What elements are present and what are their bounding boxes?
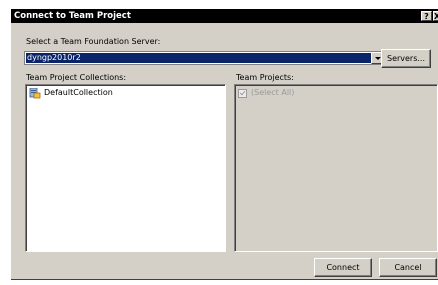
servers-button[interactable]: Servers... <box>381 49 431 68</box>
title-bar[interactable]: Connect to Team Project ? X <box>11 9 438 23</box>
server-selected-value: dyngp2010r2 <box>26 53 371 63</box>
help-button[interactable]: ? <box>421 11 432 21</box>
collection-name: DefaultCollection <box>44 88 113 97</box>
server-combobox[interactable]: dyngp2010r2 <box>24 51 386 65</box>
select-all-checkbox <box>238 89 247 98</box>
connect-button[interactable]: Connect <box>314 258 372 277</box>
collections-label: Team Project Collections: <box>26 73 127 82</box>
collections-list[interactable]: DefaultCollection <box>25 84 226 252</box>
select-all-item: (Select All) <box>235 86 325 100</box>
select-all-label: (Select All) <box>251 88 295 97</box>
connect-dialog: Connect to Team Project ? X Select a Tea… <box>10 8 438 279</box>
collection-server-icon <box>29 88 41 99</box>
server-label: Select a Team Foundation Server: <box>26 37 161 46</box>
cancel-button[interactable]: Cancel <box>379 258 437 277</box>
close-button[interactable]: X <box>433 11 438 21</box>
list-item[interactable]: DefaultCollection <box>26 86 146 100</box>
projects-list: (Select All) <box>234 84 438 252</box>
dialog-title: Connect to Team Project <box>14 11 131 21</box>
projects-label: Team Projects: <box>236 73 294 82</box>
